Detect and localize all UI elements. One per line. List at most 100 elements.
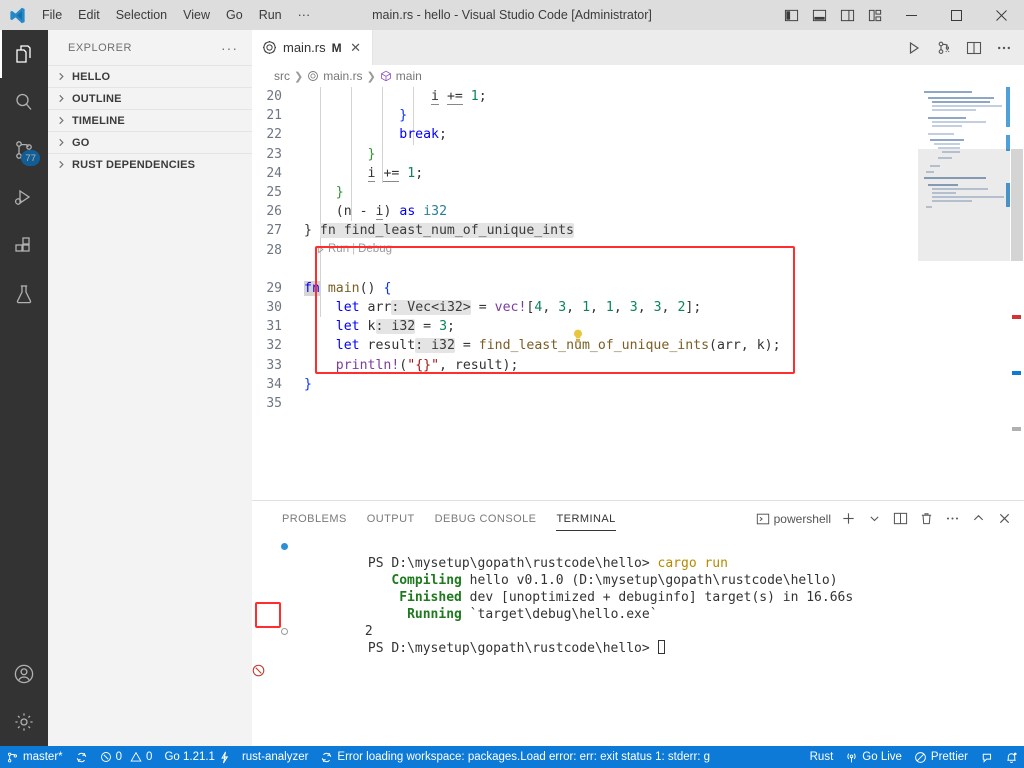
tab-close-icon[interactable]: ✕ — [348, 40, 364, 56]
line-number: 29 — [266, 280, 282, 296]
line-content: let k: i32 = 3; — [335, 319, 455, 335]
maximize-button[interactable] — [934, 0, 979, 30]
terminal-tab-powershell[interactable]: powershell — [753, 506, 834, 532]
run-with-debug-button[interactable] — [930, 30, 958, 65]
status-remote-branch[interactable]: master* — [0, 746, 69, 768]
status-error-count: 0 — [115, 751, 123, 763]
panel-tab-output[interactable]: OUTPUT — [357, 501, 425, 536]
menu-go[interactable]: Go — [218, 0, 251, 30]
files-icon — [13, 42, 37, 66]
status-language-mode[interactable]: Rust — [804, 746, 840, 768]
status-go-version[interactable]: Go 1.21.1 — [158, 746, 236, 768]
sidebar-section-timeline[interactable]: TIMELINE — [48, 109, 252, 131]
menu-selection[interactable]: Selection — [108, 0, 175, 30]
line-number: 33 — [266, 357, 282, 373]
terminal-profile-dropdown[interactable] — [862, 506, 886, 532]
status-go-live[interactable]: Go Live — [839, 746, 908, 768]
menu-run[interactable]: Run — [251, 0, 290, 30]
status-sync-changes[interactable] — [69, 746, 94, 768]
minimap[interactable] — [918, 87, 1010, 500]
terminal-prompt: PS D:\mysetup\gopath\rustcode\hello> — [367, 641, 650, 656]
menu-run-label: Run — [258, 8, 282, 22]
toggle-primary-sidebar-icon[interactable] — [777, 0, 805, 30]
terminal-output[interactable]: PS D:\mysetup\gopath\rustcode\hello> car… — [252, 536, 1024, 746]
status-bar-right: Rust Go Live Prettier — [804, 746, 1024, 768]
title-bar-right — [777, 0, 1024, 30]
customize-layout-icon[interactable] — [861, 0, 889, 30]
menu-bar: File Edit Selection View Go Run ··· — [34, 0, 318, 30]
line-content: println!("{}", result); — [335, 357, 519, 373]
panel-tab-terminal[interactable]: TERMINAL — [546, 501, 625, 536]
terminal-prompt-line: PS D:\mysetup\gopath\rustcode\hello> — [274, 623, 1024, 656]
breadcrumb-main-label: main — [395, 69, 422, 83]
line-content: } — [304, 108, 408, 124]
codelens-run-debug[interactable]: Run | Debug — [316, 240, 392, 259]
minimize-button[interactable] — [889, 0, 934, 30]
error-icon — [100, 751, 112, 763]
activity-item-manage[interactable] — [0, 698, 48, 746]
line-content: i += 1; — [367, 165, 424, 182]
activity-item-testing[interactable] — [0, 270, 48, 318]
panel-tab-problems[interactable]: PROBLEMS — [272, 501, 357, 536]
breadcrumb-item-src[interactable]: src — [274, 69, 290, 83]
more-actions-button[interactable] — [990, 30, 1018, 65]
scrollbar-thumb — [1011, 149, 1023, 261]
tab-main-rs[interactable]: main.rs M ✕ — [252, 30, 373, 65]
line-number: 26 — [266, 204, 282, 220]
status-notifications[interactable] — [999, 746, 1024, 768]
run-code-button[interactable] — [900, 30, 928, 65]
status-feedback[interactable] — [974, 746, 999, 768]
new-terminal-button[interactable] — [836, 506, 860, 532]
split-editor-button[interactable] — [960, 30, 988, 65]
editor-vertical-scrollbar[interactable] — [1010, 87, 1024, 500]
status-bar: master* 0 0 Go 1.21.1 rust-analyzer Erro… — [0, 746, 1024, 768]
code-line: 26 (n - i) as i32 — [252, 202, 1024, 221]
panel-tab-debug-console[interactable]: DEBUG CONSOLE — [425, 501, 547, 536]
codelens-run-label[interactable]: Run — [328, 240, 349, 259]
menu-overflow[interactable]: ··· — [290, 0, 319, 30]
account-icon — [12, 662, 36, 686]
status-prettier[interactable]: Prettier — [908, 746, 974, 768]
breadcrumb-item-main-rs[interactable]: main.rs — [307, 69, 363, 83]
status-rust-analyzer[interactable]: rust-analyzer — [236, 746, 314, 768]
sidebar-section-hello[interactable]: HELLO — [48, 65, 252, 87]
beaker-icon — [12, 282, 36, 306]
close-button[interactable] — [979, 0, 1024, 30]
toggle-panel-icon[interactable] — [805, 0, 833, 30]
activity-item-extensions[interactable] — [0, 222, 48, 270]
code-line: 30 let arr: Vec<i32> = vec![4, 3, 1, 1, … — [252, 298, 1024, 317]
sidebar-header: EXPLORER ··· — [48, 30, 252, 65]
warning-icon — [130, 751, 142, 763]
sidebar-section-go[interactable]: GO — [48, 131, 252, 153]
code-editor[interactable]: 20 i += 1; 21 } 22 break; 23} 24 i += 1… — [252, 87, 1024, 500]
line-content: } — [304, 146, 376, 162]
inlay-hint-type: : i32 — [415, 338, 455, 354]
sidebar-more-actions-icon[interactable]: ··· — [221, 40, 244, 56]
activity-item-accounts[interactable] — [0, 650, 48, 698]
panel-more-actions-button[interactable] — [940, 506, 964, 532]
status-problems[interactable]: 0 0 — [94, 746, 159, 768]
kill-terminal-button[interactable] — [914, 506, 938, 532]
activity-item-run-and-debug[interactable] — [0, 174, 48, 222]
activity-item-source-control[interactable]: 77 — [0, 126, 48, 174]
breadcrumb-item-main[interactable]: main — [380, 69, 422, 83]
close-panel-button[interactable] — [992, 506, 1016, 532]
sidebar-section-rust-dependencies[interactable]: RUST DEPENDENCIES — [48, 153, 252, 175]
codelens-debug-label[interactable]: Debug — [358, 240, 392, 259]
toggle-secondary-sidebar-icon[interactable] — [833, 0, 861, 30]
split-terminal-button[interactable] — [888, 506, 912, 532]
menu-view[interactable]: View — [175, 0, 218, 30]
symbol-method-icon — [380, 70, 392, 82]
menu-edit[interactable]: Edit — [70, 0, 108, 30]
rust-file-icon — [307, 70, 319, 82]
sidebar-section-outline[interactable]: OUTLINE — [48, 87, 252, 109]
activity-item-search[interactable] — [0, 78, 48, 126]
sidebar-section-timeline-label: TIMELINE — [72, 114, 125, 127]
maximize-panel-button[interactable] — [966, 506, 990, 532]
status-workspace-error[interactable]: Error loading workspace: packages.Load e… — [314, 746, 716, 768]
menu-file[interactable]: File — [34, 0, 70, 30]
menu-file-label: File — [42, 8, 63, 22]
sync-icon — [75, 751, 88, 764]
activity-item-explorer[interactable] — [0, 30, 48, 78]
broadcast-icon — [845, 751, 858, 764]
